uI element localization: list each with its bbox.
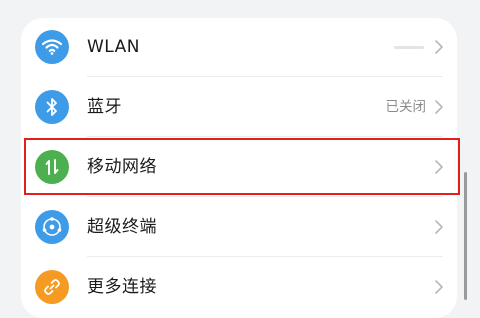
- divider: [87, 256, 443, 257]
- chevron-right-icon: [435, 220, 443, 234]
- scrollbar[interactable]: [464, 172, 467, 300]
- settings-item-more-connections[interactable]: 更多连接: [21, 258, 457, 318]
- chevron-right-icon: [435, 40, 443, 54]
- chevron-right-icon: [435, 160, 443, 174]
- settings-item-bluetooth[interactable]: 蓝牙 已关闭: [21, 78, 457, 138]
- chevron-right-icon: [435, 100, 443, 114]
- settings-item-super-device[interactable]: 超级终端: [21, 198, 457, 258]
- status-text: 已关闭: [385, 99, 427, 115]
- settings-item-wlan[interactable]: WLAN: [21, 18, 457, 78]
- settings-item-label: WLAN: [87, 37, 141, 57]
- settings-item-mobile-network[interactable]: 移动网络: [21, 138, 457, 198]
- wlan-network-name: [394, 46, 424, 49]
- chevron-right-icon: [435, 280, 443, 294]
- settings-item-label: 超级终端: [87, 217, 157, 237]
- settings-item-label: 蓝牙: [87, 97, 122, 117]
- link-icon: [35, 270, 69, 304]
- divider: [87, 76, 443, 77]
- settings-item-label: 更多连接: [87, 277, 157, 297]
- bluetooth-icon: [35, 90, 69, 124]
- divider: [87, 196, 443, 197]
- super-device-icon: [35, 210, 69, 244]
- settings-card: WLAN 蓝牙 已关闭 移动网络 超级终端 更多连接: [21, 18, 457, 318]
- mobile-data-icon: [35, 150, 69, 184]
- settings-item-label: 移动网络: [87, 157, 157, 177]
- divider: [87, 136, 443, 137]
- wifi-icon: [35, 30, 69, 64]
